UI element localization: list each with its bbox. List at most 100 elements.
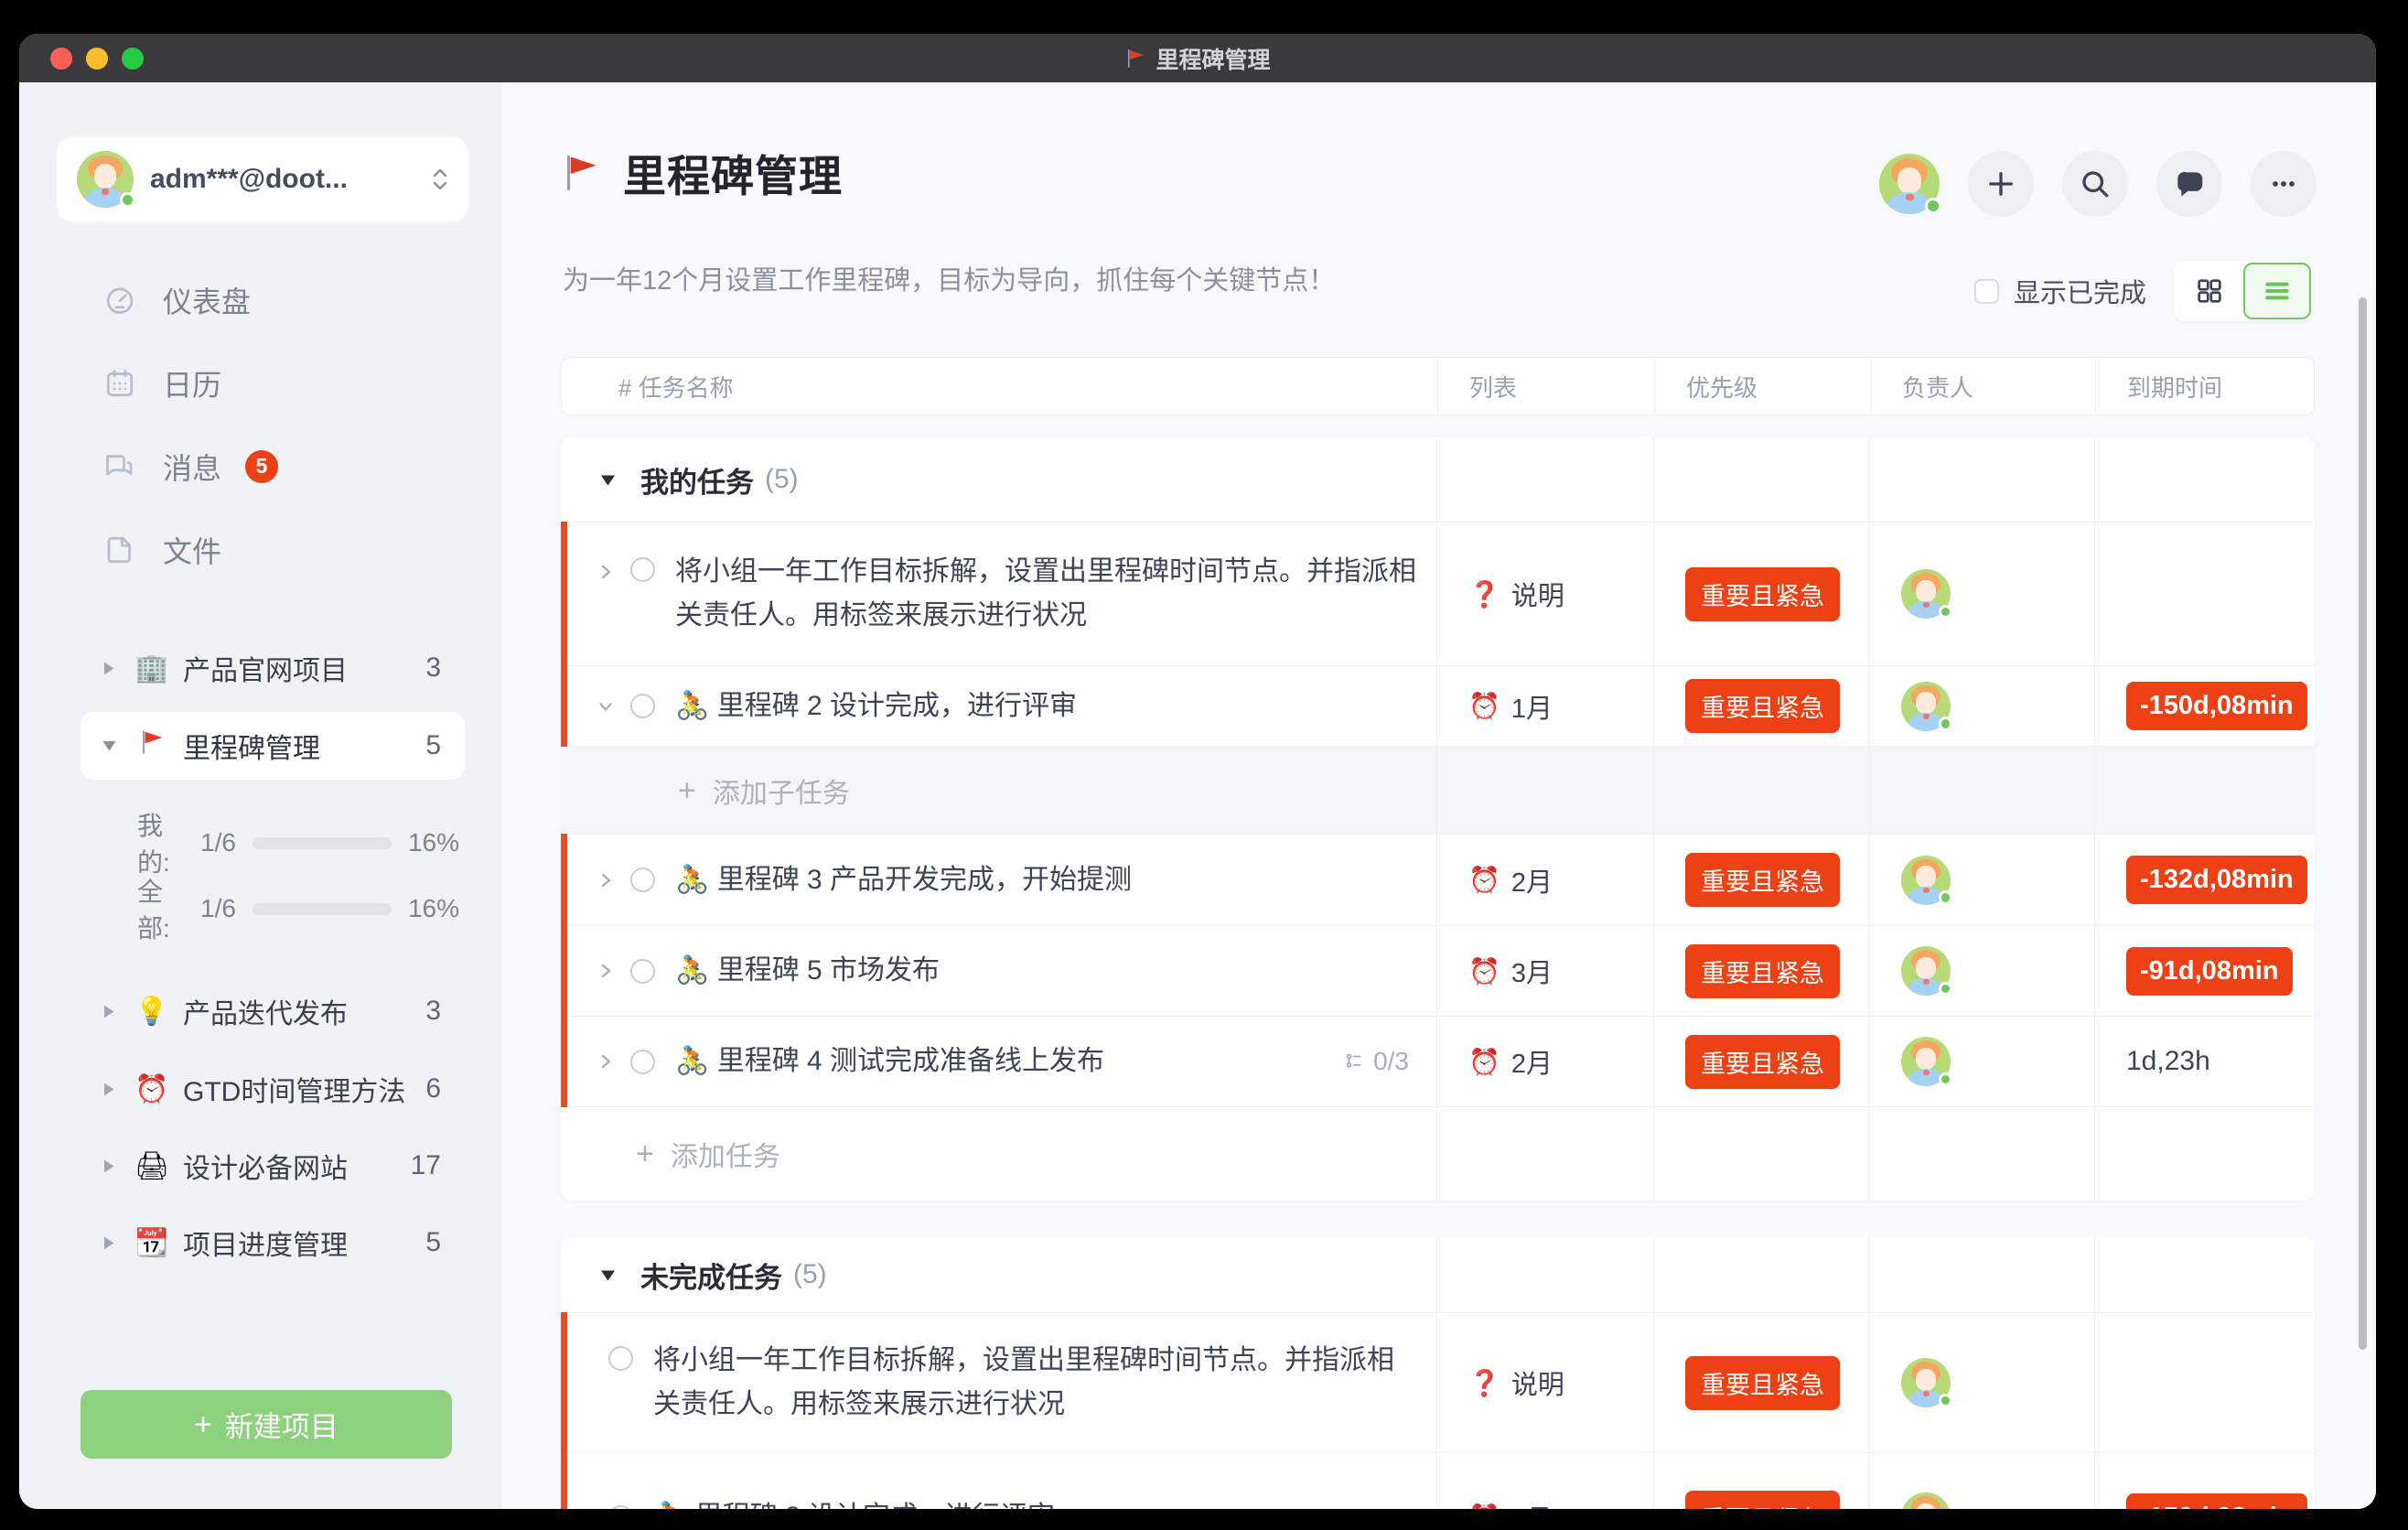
- chevron-right-icon[interactable]: [596, 869, 616, 891]
- chat-icon: [2172, 167, 2207, 201]
- priority-badge[interactable]: 重要且紧急: [1685, 1035, 1840, 1089]
- progress-bar: [253, 837, 392, 849]
- column-list: 列表: [1437, 358, 1654, 415]
- task-group-my-tasks: 我的任务 (5) 将小组一年工作目标拆解，设置出里程碑时间节点。并指派相关责任人…: [561, 437, 2315, 1201]
- main-content: 里程碑管理: [501, 82, 2376, 1509]
- progress-bar: [253, 903, 392, 915]
- task-complete-circle[interactable]: [630, 694, 655, 718]
- flag-icon: [134, 728, 170, 763]
- plus-icon: +: [194, 1409, 212, 1440]
- task-complete-circle[interactable]: [630, 959, 655, 984]
- assignee-avatar[interactable]: [1901, 1358, 1951, 1407]
- caret-right-icon[interactable]: [99, 661, 119, 676]
- list-view-button[interactable]: [2243, 263, 2311, 319]
- assignee-avatar[interactable]: [1901, 946, 1951, 996]
- task-row[interactable]: 将小组一年工作目标拆解，设置出里程碑时间节点。并指派相关责任人。用标签来展示进行…: [561, 1312, 2315, 1452]
- chat-button[interactable]: [2156, 151, 2222, 217]
- caret-right-icon[interactable]: [99, 1004, 119, 1019]
- task-title[interactable]: 🚴 里程碑 3 产品开发完成，开始提测: [675, 858, 1132, 902]
- chevron-right-icon[interactable]: [596, 960, 616, 982]
- task-row[interactable]: 🚴 里程碑 2 设计完成，进行评审 ⏰1月 重要且紧急 -150d,08min: [561, 665, 2315, 746]
- task-title[interactable]: 🚴 里程碑 2 设计完成，进行评审: [675, 684, 1077, 728]
- priority-badge[interactable]: 重要且紧急: [1685, 944, 1840, 998]
- task-title[interactable]: 将小组一年工作目标拆解，设置出里程碑时间节点。并指派相关责任人。用标签来展示进行…: [653, 1339, 1394, 1427]
- alarm-icon: ⏰: [1468, 1047, 1500, 1077]
- task-title[interactable]: 🚴 里程碑 4 测试完成准备线上发布: [675, 1040, 1104, 1083]
- add-subtask-row[interactable]: +添加子任务: [561, 746, 2315, 834]
- priority-badge[interactable]: 重要且紧急: [1685, 853, 1840, 907]
- task-complete-circle[interactable]: [630, 867, 655, 892]
- sidebar-project-gtd[interactable]: ⏰ GTD时间管理方法 6: [81, 1051, 465, 1127]
- assignee-avatar[interactable]: [1901, 856, 1951, 905]
- group-header[interactable]: 我的任务 (5): [561, 437, 2315, 522]
- assignee-avatar[interactable]: [1901, 1492, 1951, 1509]
- task-complete-circle[interactable]: [630, 1050, 655, 1074]
- ellipsis-icon: [2267, 167, 2300, 200]
- sidebar-item-label: 文件: [163, 529, 221, 571]
- task-row[interactable]: 🚴 里程碑 4 测试完成准备线上发布 0/3: [561, 1016, 2315, 1106]
- sidebar-item-dashboard[interactable]: 仪表盘: [19, 258, 501, 341]
- more-button[interactable]: [2251, 151, 2317, 217]
- search-button[interactable]: [2062, 151, 2128, 217]
- task-complete-circle[interactable]: [608, 1346, 633, 1371]
- page-title: 里程碑管理: [561, 141, 843, 204]
- show-completed-checkbox[interactable]: [1974, 279, 1999, 304]
- priority-badge[interactable]: 重要且紧急: [1685, 567, 1840, 621]
- column-assignee: 负责人: [1870, 358, 2095, 415]
- task-complete-circle[interactable]: [630, 557, 655, 582]
- sidebar-project-design-sites[interactable]: 🖨 设计必备网站 17: [81, 1127, 465, 1204]
- priority-badge[interactable]: 重要且紧急: [1685, 1356, 1840, 1410]
- sidebar-item-files[interactable]: 文件: [19, 508, 501, 591]
- new-project-button[interactable]: + 新建项目: [81, 1390, 452, 1459]
- window-title: 里程碑管理: [1124, 42, 1270, 75]
- add-task-row[interactable]: +添加任务: [561, 1106, 2315, 1201]
- task-row[interactable]: 🚴 里程碑 2 设计完成，进行评审 ⏰1月 重要且紧急 -150d,08min: [561, 1452, 2315, 1509]
- vertical-scrollbar[interactable]: [2359, 297, 2367, 1350]
- group-header[interactable]: 未完成任务 (5): [561, 1237, 2315, 1312]
- assignee-avatar[interactable]: [1901, 569, 1951, 619]
- sidebar-project-progress-mgmt[interactable]: 📆 项目进度管理 5: [81, 1204, 465, 1281]
- chevron-updown-icon: [432, 168, 448, 190]
- user-account-card[interactable]: adm***@doot...: [57, 137, 468, 221]
- assignee-avatar[interactable]: [1901, 682, 1951, 731]
- subtask-indicator: 0/3: [1344, 1047, 1409, 1076]
- caret-down-icon[interactable]: [599, 1268, 617, 1282]
- caret-down-icon[interactable]: [99, 739, 119, 752]
- list-icon: [2263, 276, 2292, 306]
- chevron-right-icon[interactable]: [596, 1051, 616, 1072]
- add-button[interactable]: [1968, 151, 2034, 217]
- sidebar-item-calendar[interactable]: 日历: [19, 341, 501, 425]
- task-row[interactable]: 🚴 里程碑 5 市场发布 ⏰3月 重要且紧急 -91d,08min: [561, 925, 2315, 1016]
- task-row[interactable]: 🚴 里程碑 3 产品开发完成，开始提测 ⏰2月 重要且紧急 -132d,08mi…: [561, 834, 2315, 925]
- messages-icon: [102, 450, 137, 483]
- file-icon: [102, 533, 137, 566]
- caret-right-icon[interactable]: [99, 1158, 119, 1174]
- zoom-window-button[interactable]: [122, 48, 144, 70]
- sidebar-project-milestone-selected[interactable]: 里程碑管理 5: [81, 712, 465, 780]
- sidebar-item-messages[interactable]: 消息 5: [19, 425, 501, 508]
- online-status-dot: [1925, 198, 1941, 214]
- chevron-right-icon[interactable]: [596, 561, 616, 583]
- priority-badge[interactable]: 重要且紧急: [1685, 1491, 1840, 1510]
- caret-right-icon[interactable]: [99, 1235, 119, 1251]
- priority-badge[interactable]: 重要且紧急: [1685, 679, 1840, 733]
- task-table: # 任务名称 列表 优先级 负责人 到期时间 我的任务 (5): [561, 357, 2315, 1509]
- assignee-avatar[interactable]: [1901, 1037, 1951, 1086]
- task-title[interactable]: 将小组一年工作目标拆解，设置出里程碑时间节点。并指派相关责任人。用标签来展示进行…: [675, 550, 1416, 638]
- caret-down-icon[interactable]: [599, 473, 617, 487]
- task-title[interactable]: 🚴 里程碑 2 设计完成，进行评审: [653, 1495, 1055, 1509]
- task-complete-circle[interactable]: [608, 1505, 633, 1510]
- current-user-avatar[interactable]: [1879, 154, 1940, 214]
- minimize-window-button[interactable]: [86, 48, 108, 70]
- task-title[interactable]: 🚴 里程碑 5 市场发布: [675, 949, 940, 993]
- grid-view-button[interactable]: [2176, 263, 2243, 319]
- close-window-button[interactable]: [50, 48, 72, 70]
- show-completed-label: 显示已完成: [2014, 272, 2146, 310]
- sidebar-project-iteration[interactable]: 💡 产品迭代发布 3: [81, 973, 465, 1050]
- task-row[interactable]: 将小组一年工作目标拆解，设置出里程碑时间节点。并指派相关责任人。用标签来展示进行…: [561, 522, 2315, 665]
- project-emoji: 🖨: [134, 1150, 170, 1182]
- sidebar-project-official-site[interactable]: 🏢 产品官网项目 3: [81, 630, 465, 706]
- chevron-down-icon[interactable]: [596, 699, 616, 714]
- project-task-count: 3: [425, 996, 441, 1027]
- caret-right-icon[interactable]: [99, 1082, 119, 1097]
